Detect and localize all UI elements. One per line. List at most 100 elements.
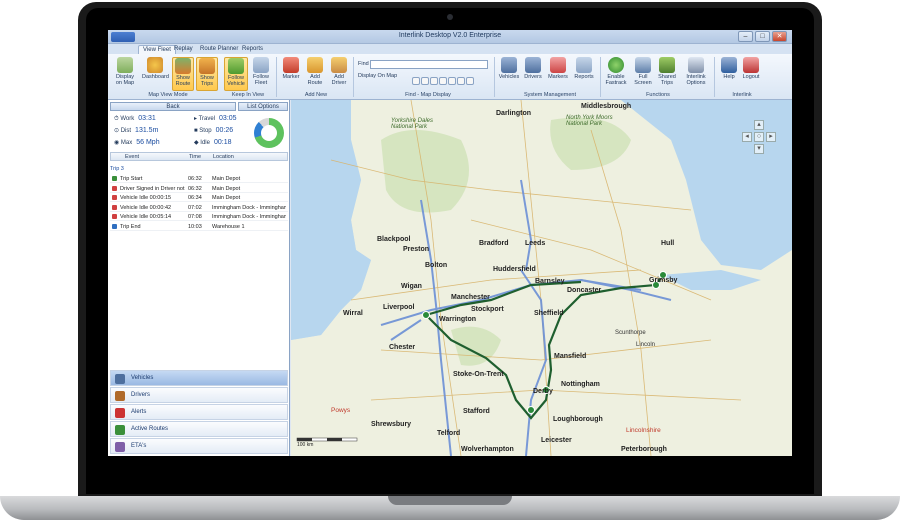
- pointer-tool-icon[interactable]: [412, 77, 420, 85]
- shared-trips-button[interactable]: Shared Trips: [656, 57, 678, 91]
- drivers-button[interactable]: Drivers: [522, 57, 544, 91]
- stat-value: 00:18: [213, 139, 232, 146]
- map-pan-control[interactable]: ▴ ◂ ○ ▸ ▾: [739, 120, 779, 160]
- button-label: Show Route: [175, 75, 191, 87]
- group-label-system-management: System Management: [524, 92, 576, 98]
- button-label: Follow Vehicle: [227, 75, 245, 87]
- reports-button[interactable]: Reports: [572, 57, 596, 91]
- place-label: Preston: [403, 246, 430, 253]
- stat-idle: ◆ Idle 00:18: [194, 139, 232, 146]
- place-label: Powys: [331, 407, 351, 414]
- time-cell: 06:34: [188, 195, 202, 201]
- follow-vehicle-button[interactable]: Follow Vehicle: [224, 57, 248, 91]
- tab-reports[interactable]: Reports: [238, 45, 267, 54]
- show-trips-button[interactable]: Show Trips: [196, 57, 218, 91]
- place-label: Derby: [533, 388, 553, 395]
- place-label: Bradford: [479, 240, 509, 247]
- markers-icon: [550, 57, 566, 73]
- table-row[interactable]: Driver Signed in Driver not p 06:32 Main D…: [110, 185, 288, 193]
- place-label: Leeds: [525, 240, 546, 247]
- nav-item-active-routes[interactable]: Active Routes: [110, 421, 288, 437]
- yorkshire-dales-park: [381, 130, 469, 213]
- stat-work: ⏱ Work 03:31: [114, 115, 156, 122]
- pan-down-icon[interactable]: ▾: [754, 144, 764, 154]
- find-input[interactable]: [370, 60, 488, 69]
- follow-fleet-button[interactable]: Follow Fleet: [250, 57, 272, 91]
- table-row[interactable]: Trip Start 06:32 Main Depot: [110, 175, 288, 183]
- tab-route-planner[interactable]: Route Planner: [196, 45, 242, 54]
- button-label: Interlink Options: [686, 74, 706, 86]
- pan-up-icon[interactable]: ▴: [754, 120, 764, 130]
- time-cell: 07:02: [188, 204, 202, 211]
- nav-item-vehicles[interactable]: Vehicles: [110, 370, 288, 386]
- location-cell: Warehouse 1: [212, 223, 245, 230]
- logout-button[interactable]: Logout: [740, 57, 762, 91]
- markers-button[interactable]: Markers: [546, 57, 570, 91]
- display-on-map-toggle[interactable]: Display On Map: [358, 73, 397, 79]
- table-row[interactable]: Vehicle Idle 00:00:15 06:34 Main Depot: [110, 194, 288, 202]
- enable-fastrack-button[interactable]: Enable Fastrack: [604, 57, 628, 91]
- button-label: Markers: [548, 74, 568, 80]
- ribbon-tabs: View Fleet Replay Route Planner Reports: [108, 44, 792, 54]
- place-label: Wolverhampton: [461, 446, 514, 453]
- map-view[interactable]: 100 km ▴ ◂ ○ ▸ ▾ Darlington Middlesbrough…: [291, 100, 792, 456]
- place-label: Yorkshire Dales National Park: [391, 118, 434, 130]
- map-display-toolbar: [412, 72, 492, 85]
- event-cell: Vehicle Idle 00:00:42: [120, 204, 172, 211]
- group-separator: [600, 57, 601, 97]
- square-tool-icon[interactable]: [430, 77, 438, 85]
- tab-replay[interactable]: Replay: [170, 45, 197, 54]
- show-route-button[interactable]: Show Route: [172, 57, 194, 91]
- trips-icon: [199, 58, 215, 74]
- table-row[interactable]: Trip End 10:03 Warehouse 1: [110, 223, 288, 231]
- pan-right-icon[interactable]: ▸: [766, 132, 776, 142]
- pan-left-icon[interactable]: ◂: [742, 132, 752, 142]
- close-button[interactable]: ✕: [772, 31, 787, 42]
- list-options-button[interactable]: List Options: [238, 102, 288, 111]
- cctv-tool-icon[interactable]: [457, 77, 465, 85]
- event-cell: Vehicle Idle 00:05:14: [120, 214, 172, 220]
- back-button[interactable]: Back: [110, 102, 236, 111]
- fastrack-icon: [608, 57, 624, 73]
- trip-group-header[interactable]: Trip 3: [110, 166, 124, 172]
- marker-button[interactable]: Marker: [280, 57, 302, 91]
- group-label-find-map-display: Find - Map Display: [405, 92, 451, 98]
- place-label: Telford: [437, 430, 461, 437]
- route-icon: [175, 58, 191, 74]
- add-route-button[interactable]: Add Route: [304, 57, 326, 91]
- table-row[interactable]: Vehicle Idle 00:00:42 07:02 Immingham Dock…: [110, 204, 288, 212]
- column-time[interactable]: Time: [189, 154, 201, 160]
- nav-item-drivers[interactable]: Drivers: [110, 387, 288, 403]
- full-screen-button[interactable]: Full Screen: [632, 57, 654, 91]
- group-label-add-new: Add New: [304, 92, 328, 98]
- interlink-options-button[interactable]: Interlink Options: [682, 57, 710, 91]
- event-type-icon: [112, 176, 117, 181]
- location-cell: Immingham Dock - Immingham -: [212, 214, 286, 220]
- maximize-button[interactable]: □: [755, 31, 770, 42]
- dashboard-button[interactable]: Dashboard: [142, 57, 169, 91]
- button-label: Vehicles: [498, 74, 520, 80]
- table-row[interactable]: Vehicle Idle 00:05:14 07:08 Immingham Dock…: [110, 213, 288, 221]
- nav-item-alerts[interactable]: Alerts: [110, 404, 288, 420]
- column-location[interactable]: Location: [213, 154, 234, 160]
- event-cell: Trip Start: [120, 176, 143, 182]
- time-cell: 07:08: [188, 214, 202, 220]
- stat-value: 03:05: [219, 115, 237, 122]
- pan-center-icon[interactable]: ○: [754, 132, 764, 142]
- stat-value: 131.5m: [135, 127, 159, 134]
- circle-tool-icon[interactable]: [421, 77, 429, 85]
- traffic-tool-icon[interactable]: [448, 77, 456, 85]
- truck-icon: [115, 374, 125, 384]
- help-button[interactable]: Help: [718, 57, 740, 91]
- stat-label: Travel: [198, 116, 216, 122]
- stat-label: Work: [120, 116, 135, 122]
- add-driver-button[interactable]: Add Driver: [328, 57, 350, 91]
- poi-tool-icon[interactable]: [466, 77, 474, 85]
- vehicles-button[interactable]: Vehicles: [498, 57, 520, 91]
- nav-item-eta-s[interactable]: ETA's: [110, 438, 288, 454]
- minimize-button[interactable]: –: [738, 31, 753, 42]
- column-event[interactable]: Event: [125, 154, 139, 160]
- display-on-map-button[interactable]: Display on Map: [114, 57, 136, 91]
- layers-tool-icon[interactable]: [439, 77, 447, 85]
- find-label: Find: [358, 61, 369, 67]
